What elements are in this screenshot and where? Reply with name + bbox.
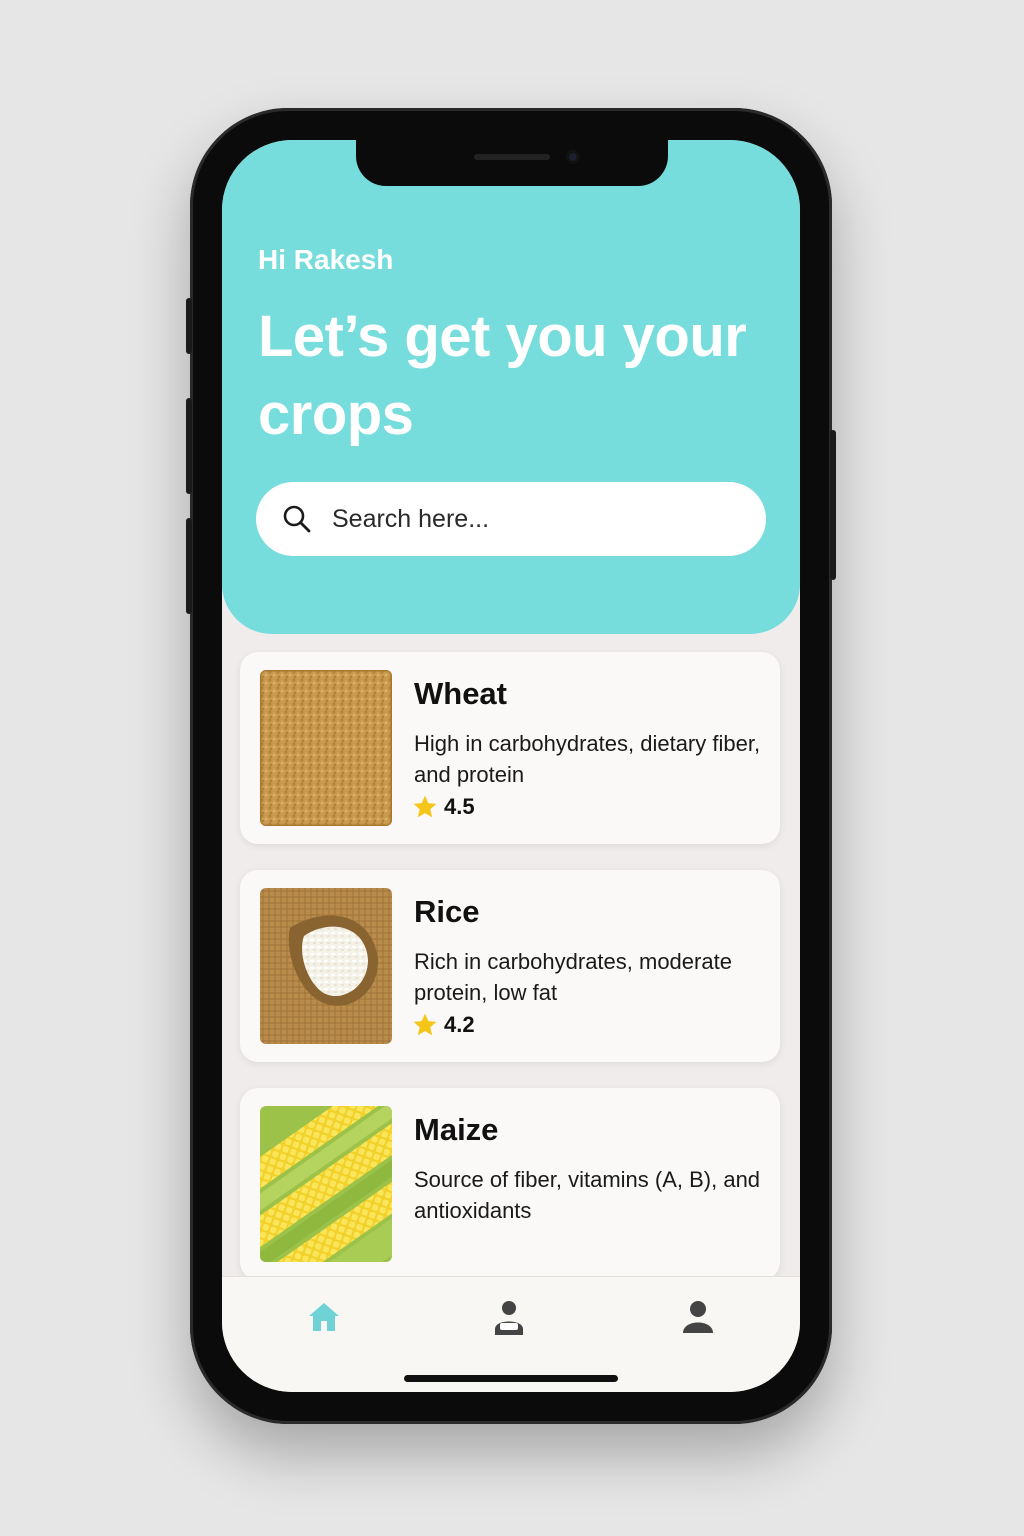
nav-home[interactable] [306,1299,342,1340]
crop-card-maize[interactable]: Maize Source of fiber, vitamins (A, B), … [240,1088,780,1280]
front-camera [566,150,580,164]
search-input[interactable] [330,503,734,535]
rating-value: 4.5 [444,794,475,819]
volume-up-button [186,398,192,494]
rating: 4.2 [412,1012,475,1038]
crop-card-rice[interactable]: Rice Rich in carbohydrates, moderate pro… [240,870,780,1062]
nav-farmer[interactable] [491,1299,527,1342]
user-icon [683,1301,713,1333]
home-icon [309,1303,339,1331]
search-icon [283,505,311,533]
mute-switch [186,298,192,354]
greeting-text: Hi Rakesh [258,244,394,275]
speaker-grill [474,154,550,160]
rice-sack-image [260,888,392,1044]
app-screen: Hi Rakesh Let’s get you your crops Searc… [222,140,800,1392]
home-indicator[interactable] [404,1375,618,1382]
header: Hi Rakesh Let’s get you your crops [222,140,800,634]
crop-name: Wheat [414,676,507,711]
notch [356,138,668,186]
farmer-icon [495,1301,523,1335]
volume-down-button [186,518,192,614]
crop-name: Maize [414,1112,499,1147]
wheat-image [260,670,392,826]
crop-description: Source of fiber, vitamins (A, B), and an… [414,1167,761,1223]
star-icon [413,795,437,818]
rating-value: 4.2 [444,1012,475,1037]
crop-description: Rich in carbohydrates, moderate protein,… [414,949,732,1005]
crop-description: High in carbohydrates, dietary fiber, an… [414,731,761,787]
star-icon [413,1013,437,1036]
page-title: Let’s get you your crops [258,304,747,447]
power-button [830,430,836,580]
bottom-nav [222,1276,800,1392]
rating: 4.5 [412,794,475,820]
crop-name: Rice [414,894,480,929]
crop-card-wheat[interactable]: Wheat High in carbohydrates, dietary fib… [240,652,780,844]
maize-cobs-image [260,1106,392,1262]
search-bar[interactable] [256,482,766,556]
nav-profile[interactable] [680,1299,716,1340]
